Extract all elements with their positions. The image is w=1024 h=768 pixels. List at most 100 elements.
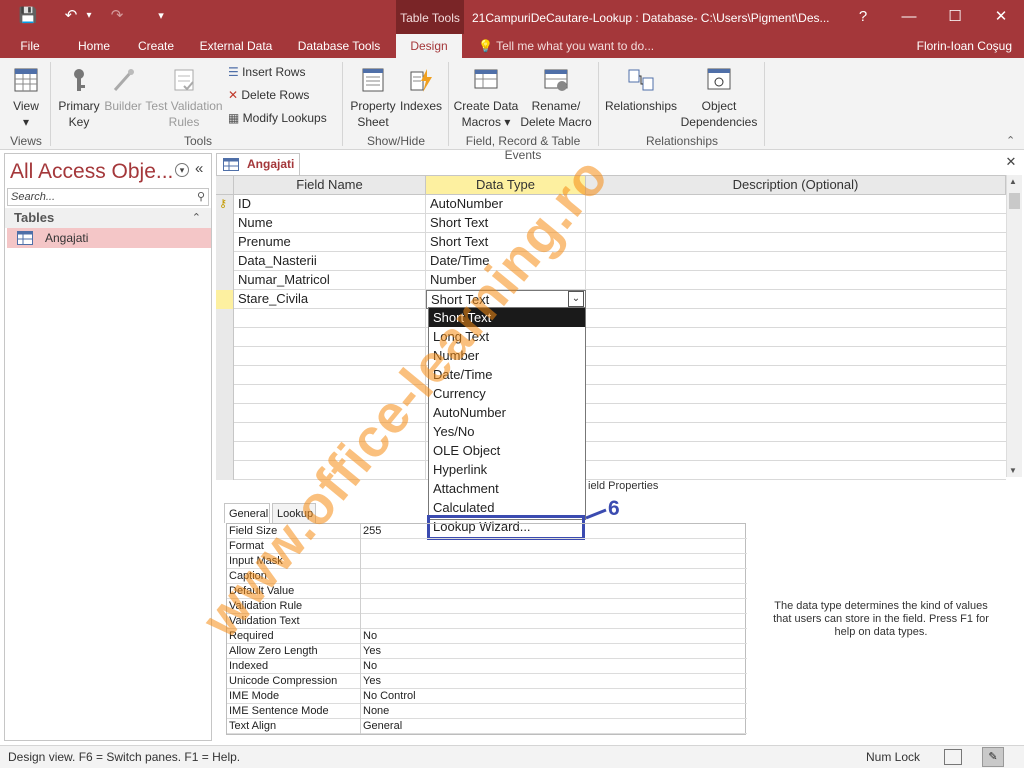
field-name-cell[interactable] — [234, 328, 426, 347]
table-row[interactable]: Data_Nasterii Date/Time — [216, 252, 1006, 271]
nav-item-angajati[interactable]: Angajati — [7, 228, 211, 248]
property-value[interactable]: No Control — [363, 689, 416, 704]
field-name-cell[interactable]: Data_Nasterii — [234, 252, 426, 271]
property-value[interactable]: General — [363, 719, 402, 734]
modify-lookups-button[interactable]: ▦ Modify Lookups — [228, 108, 327, 128]
nav-menu-chevron-icon[interactable]: ▾ — [175, 163, 189, 177]
row-selector[interactable] — [216, 442, 234, 461]
help-button[interactable]: ? — [840, 0, 886, 34]
shutter-bar-icon[interactable]: « — [195, 160, 203, 177]
data-type-option[interactable]: Attachment — [429, 479, 585, 498]
row-selector[interactable] — [216, 252, 234, 271]
row-selector[interactable] — [216, 366, 234, 385]
property-value[interactable]: None — [363, 704, 389, 719]
property-row[interactable]: Indexed No — [227, 659, 747, 674]
description-cell[interactable] — [586, 442, 1006, 461]
description-cell[interactable] — [586, 309, 1006, 328]
tab-external-data[interactable]: External Data — [196, 34, 276, 58]
row-selector[interactable] — [216, 404, 234, 423]
primary-key-button[interactable]: Primary Key — [54, 66, 104, 130]
row-selector[interactable] — [216, 271, 234, 290]
tab-database-tools[interactable]: Database Tools — [292, 34, 386, 58]
table-row[interactable] — [216, 347, 1006, 366]
create-data-macros-button[interactable]: Create Data Macros ▾ — [452, 66, 520, 130]
field-name-cell[interactable]: Prenume — [234, 233, 426, 252]
document-tab-angajati[interactable]: Angajati — [216, 153, 300, 175]
row-selector[interactable] — [216, 328, 234, 347]
view-button[interactable]: View ▾ — [6, 66, 46, 130]
row-selector[interactable] — [216, 423, 234, 442]
table-row[interactable] — [216, 328, 1006, 347]
delete-rows-button[interactable]: ✕ Delete Rows — [228, 85, 309, 105]
table-row[interactable]: Prenume Short Text — [216, 233, 1006, 252]
property-value[interactable]: No — [363, 629, 377, 644]
description-cell[interactable] — [586, 271, 1006, 290]
property-row[interactable]: Required No — [227, 629, 747, 644]
nav-search-input[interactable]: Search... ⚲ — [7, 188, 209, 206]
scroll-up-icon[interactable]: ▲ — [1009, 177, 1017, 186]
description-cell[interactable] — [586, 423, 1006, 442]
close-document-icon[interactable]: ✕ — [1004, 154, 1018, 170]
close-button[interactable]: ✕ — [978, 0, 1024, 34]
table-row[interactable] — [216, 309, 1006, 328]
vertical-scrollbar[interactable]: ▲ ▼ — [1006, 175, 1022, 477]
tell-me-search[interactable]: 💡 Tell me what you want to do... — [478, 34, 654, 58]
description-cell[interactable] — [586, 252, 1006, 271]
design-view-status-icon[interactable]: ✎ — [982, 747, 1004, 767]
field-name-cell[interactable]: Stare_Civila — [234, 290, 426, 309]
field-name-cell[interactable]: ID — [234, 195, 426, 214]
description-cell[interactable] — [586, 214, 1006, 233]
table-row[interactable]: Stare_Civila Short Text ⌄ — [216, 290, 1006, 309]
undo-dropdown-icon[interactable]: ▾ — [84, 6, 94, 26]
tab-design[interactable]: Design — [396, 34, 462, 58]
property-value[interactable]: Yes — [363, 644, 381, 659]
data-type-option[interactable]: OLE Object — [429, 441, 585, 460]
table-row[interactable] — [216, 385, 1006, 404]
property-row[interactable]: Caption — [227, 569, 747, 584]
minimize-button[interactable]: — — [886, 0, 932, 34]
description-cell[interactable] — [586, 233, 1006, 252]
property-value[interactable]: 255 — [363, 524, 381, 539]
collapse-ribbon-icon[interactable]: ⌃ — [1006, 134, 1015, 147]
description-cell[interactable] — [586, 347, 1006, 366]
row-selector[interactable] — [216, 214, 234, 233]
description-cell[interactable] — [586, 290, 1006, 309]
data-type-option[interactable]: Yes/No — [429, 422, 585, 441]
field-name-cell[interactable]: Numar_Matricol — [234, 271, 426, 290]
table-row[interactable]: ⚷ ID AutoNumber — [216, 195, 1006, 214]
scroll-thumb[interactable] — [1009, 193, 1020, 209]
property-row[interactable]: Text Align General — [227, 719, 747, 734]
property-sheet-button[interactable]: Property Sheet — [348, 66, 398, 130]
property-row[interactable]: Validation Text — [227, 614, 747, 629]
table-row[interactable]: Numar_Matricol Number — [216, 271, 1006, 290]
description-cell[interactable] — [586, 404, 1006, 423]
undo-icon[interactable]: ↶ — [60, 6, 82, 26]
insert-rows-button[interactable]: ☰ Insert Rows — [228, 62, 305, 82]
property-value[interactable]: Yes — [363, 674, 381, 689]
customize-qat-icon[interactable]: ▾ — [154, 6, 168, 26]
property-row[interactable]: Validation Rule — [227, 599, 747, 614]
object-dependencies-button[interactable]: Object Dependencies — [678, 66, 760, 130]
description-cell[interactable] — [586, 366, 1006, 385]
datasheet-view-status-icon[interactable] — [944, 749, 962, 765]
row-selector[interactable] — [216, 385, 234, 404]
data-type-dropdown-arrow-icon[interactable]: ⌄ — [568, 291, 584, 307]
table-row[interactable] — [216, 366, 1006, 385]
description-cell[interactable] — [586, 328, 1006, 347]
description-cell[interactable] — [586, 195, 1006, 214]
property-row[interactable]: Default Value — [227, 584, 747, 599]
rename-delete-macro-button[interactable]: Rename/Delete Macro — [518, 66, 594, 130]
tab-create[interactable]: Create — [132, 34, 180, 58]
description-cell[interactable] — [586, 461, 1006, 480]
collapse-group-icon[interactable]: ⌃ — [192, 208, 201, 228]
row-selector[interactable] — [216, 233, 234, 252]
row-selector[interactable] — [216, 290, 234, 309]
row-selector[interactable] — [216, 347, 234, 366]
relationships-button[interactable]: Relationships — [604, 66, 678, 114]
description-cell[interactable] — [586, 385, 1006, 404]
row-selector[interactable]: ⚷ — [216, 195, 234, 214]
property-row[interactable]: Allow Zero Length Yes — [227, 644, 747, 659]
user-name[interactable]: Florin-Ioan Coşug — [917, 34, 1012, 58]
search-icon[interactable]: ⚲ — [197, 189, 205, 205]
nav-pane-title[interactable]: All Access Obje... — [10, 160, 173, 184]
